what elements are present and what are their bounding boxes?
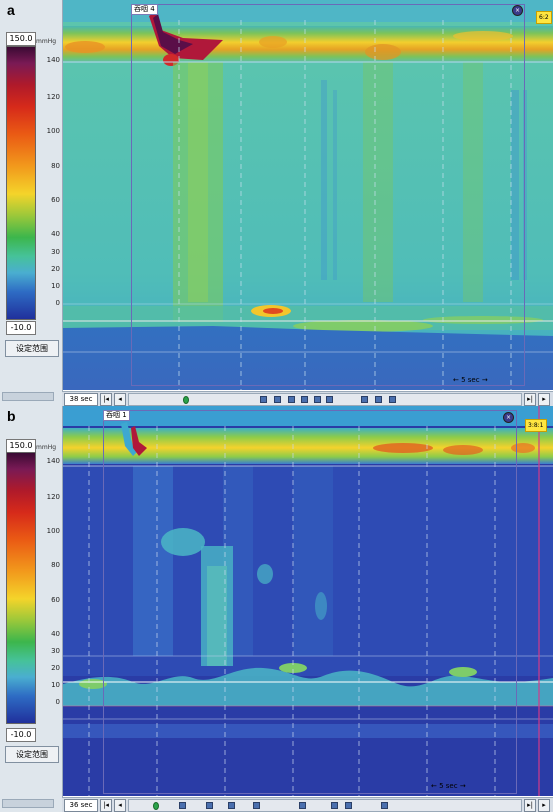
interval-field[interactable]: 36 sec [64, 799, 98, 812]
pressure-colorbar [6, 46, 36, 320]
set-range-button[interactable]: 设定范围 [5, 746, 59, 763]
event-marker[interactable] [345, 802, 352, 809]
tick-label: 30 [51, 248, 60, 256]
tick-label: 20 [51, 664, 60, 672]
last-icon[interactable]: ▸ [538, 799, 550, 812]
event-marker[interactable] [228, 802, 235, 809]
tick-label: 20 [51, 265, 60, 273]
next-icon[interactable]: ▸| [524, 799, 536, 812]
close-icon[interactable]: × [503, 412, 514, 423]
swallow-timeline[interactable] [128, 799, 522, 812]
unit-label: mmHg [36, 38, 57, 45]
pressure-topography-plot[interactable]: 吞咽 1 × 3:8:1 ← 5 sec → [63, 406, 553, 796]
swallow-window[interactable] [103, 410, 517, 794]
tick-label: 10 [51, 681, 60, 689]
tick-label: 40 [51, 230, 60, 238]
pressure-colorbar [6, 452, 36, 724]
tick-label: 100 [46, 527, 60, 535]
scale-max-value[interactable]: 150.0 [6, 439, 36, 453]
tick-label: 140 [46, 56, 60, 64]
tick-label: 40 [51, 630, 60, 638]
option-button[interactable] [2, 392, 54, 401]
time-marker: 6:2 [536, 11, 552, 24]
first-icon[interactable]: |◂ [100, 393, 112, 406]
swallow-label: 吞咽 1 [103, 410, 130, 421]
tick-label: 30 [51, 647, 60, 655]
tick-label: 120 [46, 493, 60, 501]
time-scale-value: 5 sec [439, 782, 458, 790]
set-range-button[interactable]: 设定范围 [5, 340, 59, 357]
panel-a: 150.0 mmHg 140 120 100 80 60 40 30 20 10… [0, 0, 553, 406]
event-marker[interactable] [381, 802, 388, 809]
scale-min-value[interactable]: -10.0 [6, 321, 36, 335]
panel-b: 150.0 mmHg 140 120 100 80 60 40 30 20 10… [0, 406, 553, 812]
event-marker[interactable] [274, 396, 281, 403]
event-marker[interactable] [331, 802, 338, 809]
event-marker[interactable] [253, 802, 260, 809]
tick-label: 100 [46, 127, 60, 135]
swallow-timeline[interactable] [128, 393, 522, 406]
unit-label: mmHg [36, 444, 57, 451]
tick-label: 10 [51, 282, 60, 290]
arrow-right-icon: → [481, 376, 488, 384]
prev-icon[interactable]: ◂ [114, 799, 126, 812]
swallow-label: 吞咽 4 [131, 4, 158, 15]
event-marker[interactable] [179, 802, 186, 809]
color-scale-column: 150.0 mmHg 140 120 100 80 60 40 30 20 10… [0, 0, 63, 406]
tick-label: 60 [51, 196, 60, 204]
event-marker[interactable] [375, 396, 382, 403]
panel-letter: a [7, 2, 15, 18]
color-scale-column: 150.0 mmHg 140 120 100 80 60 40 30 20 10… [0, 406, 63, 812]
event-marker[interactable] [288, 396, 295, 403]
arrow-left-icon: ← [453, 376, 459, 384]
event-marker[interactable] [299, 802, 306, 809]
arrow-right-icon: → [459, 782, 466, 790]
time-scale-value: 5 sec [461, 376, 480, 384]
tick-label: 140 [46, 457, 60, 465]
event-marker[interactable] [326, 396, 333, 403]
event-marker[interactable] [153, 802, 159, 810]
prev-icon[interactable]: ◂ [114, 393, 126, 406]
event-marker[interactable] [260, 396, 267, 403]
option-button[interactable] [2, 799, 54, 808]
interval-field[interactable]: 38 sec [64, 393, 98, 406]
navigation-bar: 36 sec |◂ ◂ ▸| ▸ [62, 797, 553, 812]
time-marker: 3:8:1 [525, 419, 547, 432]
tick-label: 120 [46, 93, 60, 101]
event-marker[interactable] [361, 396, 368, 403]
pressure-topography-plot[interactable]: 吞咽 4 × 6:2 ← 5 sec → [63, 0, 553, 390]
panel-letter: b [7, 408, 16, 424]
event-marker[interactable] [389, 396, 396, 403]
time-scale-label: ← 5 sec → [431, 782, 466, 790]
tick-label: 0 [55, 299, 60, 307]
tick-label: 60 [51, 596, 60, 604]
event-marker[interactable] [301, 396, 308, 403]
scale-min-value[interactable]: -10.0 [6, 728, 36, 742]
tick-label: 80 [51, 162, 60, 170]
last-icon[interactable]: ▸ [538, 393, 550, 406]
scale-max-value[interactable]: 150.0 [6, 32, 36, 46]
event-marker[interactable] [314, 396, 321, 403]
navigation-bar: 38 sec |◂ ◂ ▸| ▸ [62, 391, 553, 406]
next-icon[interactable]: ▸| [524, 393, 536, 406]
tick-label: 0 [55, 698, 60, 706]
swallow-window[interactable] [131, 4, 525, 386]
close-icon[interactable]: × [512, 5, 523, 16]
arrow-left-icon: ← [431, 782, 437, 790]
time-scale-label: ← 5 sec → [453, 376, 488, 384]
event-marker[interactable] [206, 802, 213, 809]
event-marker[interactable] [183, 396, 189, 404]
tick-label: 80 [51, 561, 60, 569]
first-icon[interactable]: |◂ [100, 799, 112, 812]
